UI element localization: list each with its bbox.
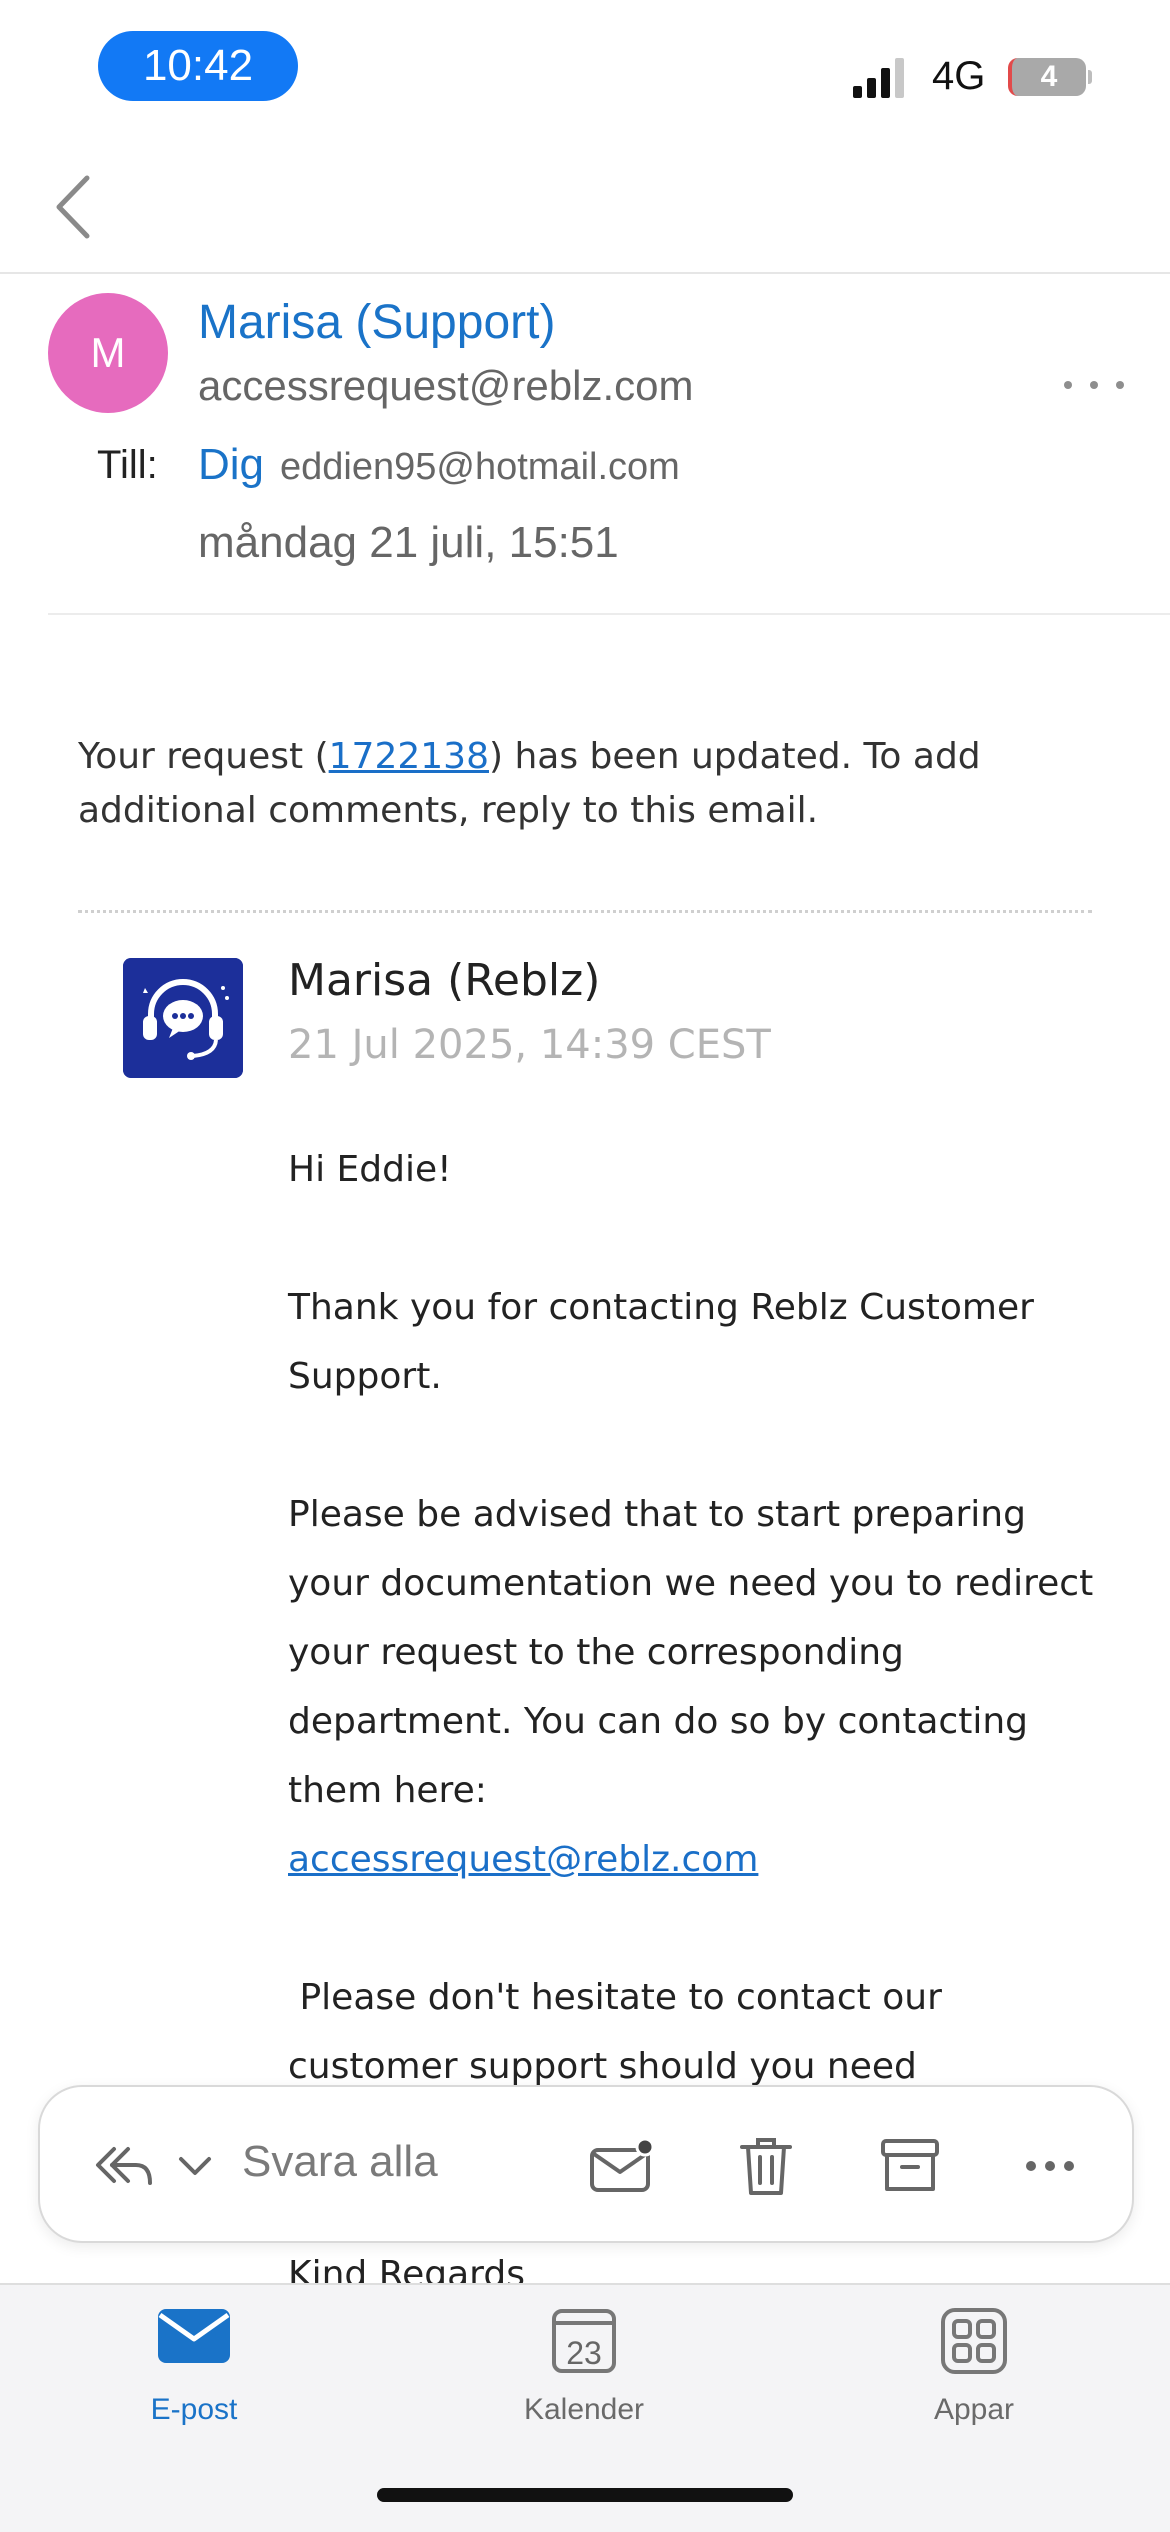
intro-text: Your request (1722138) has been updated.… — [78, 730, 1118, 838]
nav-divider — [0, 272, 1170, 274]
recipient-name[interactable]: Dig — [198, 440, 264, 490]
trash-icon — [740, 2138, 792, 2195]
back-button[interactable] — [48, 170, 98, 244]
apps-grid-icon — [941, 2308, 1007, 2374]
mark-unread-button[interactable] — [582, 2087, 662, 2245]
reply-all-icon — [96, 2147, 152, 2185]
paragraph-2: Please be advised that to start preparin… — [288, 1480, 1098, 1894]
department-email-link[interactable]: accessrequest@reblz.com — [288, 1839, 758, 1880]
dot — [1116, 381, 1124, 389]
mail-icon — [158, 2309, 230, 2363]
calendar-day: 23 — [566, 2335, 602, 2371]
tab-apps[interactable]: Appar — [874, 2285, 1074, 2435]
dotted-separator — [78, 910, 1092, 913]
sender-name[interactable]: Marisa (Support) — [198, 295, 555, 350]
tab-mail[interactable]: E-post — [94, 2285, 294, 2435]
reply-options-button[interactable] — [170, 2087, 220, 2245]
tab-calendar-label: Kalender — [523, 2393, 645, 2426]
greeting: Hi Eddie! — [288, 1149, 452, 1190]
intro-before: Your request ( — [78, 736, 329, 777]
chevron-left-icon — [56, 175, 90, 239]
reply-all-button[interactable] — [90, 2087, 160, 2245]
sender-email[interactable]: accessrequest@reblz.com — [198, 362, 694, 410]
paragraph-1: Thank you for contacting Reblz Customer … — [288, 1287, 1034, 1397]
reply-action-bar: Svara alla — [38, 2085, 1134, 2243]
delete-button[interactable] — [726, 2087, 806, 2245]
more-icon — [1026, 2161, 1074, 2171]
agent-name: Marisa (Reblz) — [288, 955, 600, 1006]
more-actions-button[interactable] — [1010, 2087, 1090, 2245]
email-date: måndag 21 juli, 15:51 — [198, 518, 619, 567]
agent-first-name: Marisa — [288, 955, 434, 1006]
message-body: Hi Eddie! Thank you for contacting Reblz… — [288, 1135, 1098, 2295]
network-label: 4G — [932, 54, 986, 98]
battery-icon: 4 — [1008, 58, 1086, 96]
header-divider — [48, 613, 1170, 615]
status-bar: 10:42 4G 4 — [0, 0, 1170, 140]
to-label: Till: — [97, 443, 158, 487]
status-time: 10:42 — [98, 31, 298, 101]
archive-button[interactable] — [870, 2087, 950, 2245]
avatar[interactable]: M — [48, 293, 168, 413]
home-indicator — [377, 2488, 793, 2502]
signal-icon — [853, 58, 904, 98]
dot — [1090, 381, 1098, 389]
recipient-email[interactable]: eddien95@hotmail.com — [280, 446, 680, 489]
tab-apps-label: Appar — [933, 2393, 1015, 2426]
paragraph-2-text: Please be advised that to start preparin… — [288, 1494, 1094, 1811]
chevron-down-icon — [179, 2157, 211, 2175]
agent-date: 21 Jul 2025, 14:39 CEST — [288, 1022, 771, 1068]
agent-org: (Reblz) — [433, 955, 601, 1006]
message-more-button[interactable] — [1064, 370, 1124, 400]
request-link[interactable]: 1722138 — [329, 736, 489, 777]
mark-unread-icon — [590, 2138, 655, 2192]
reply-all-label[interactable]: Svara alla — [242, 2137, 438, 2187]
archive-icon — [881, 2139, 939, 2191]
tab-mail-label: E-post — [150, 2393, 238, 2426]
battery-tip — [1088, 70, 1092, 84]
tab-calendar[interactable]: 23 Kalender — [484, 2285, 684, 2435]
paragraph-3: Please don't hesitate to contact our cus… — [288, 1977, 954, 2087]
support-headset-logo — [123, 958, 243, 1078]
dot — [1064, 381, 1072, 389]
